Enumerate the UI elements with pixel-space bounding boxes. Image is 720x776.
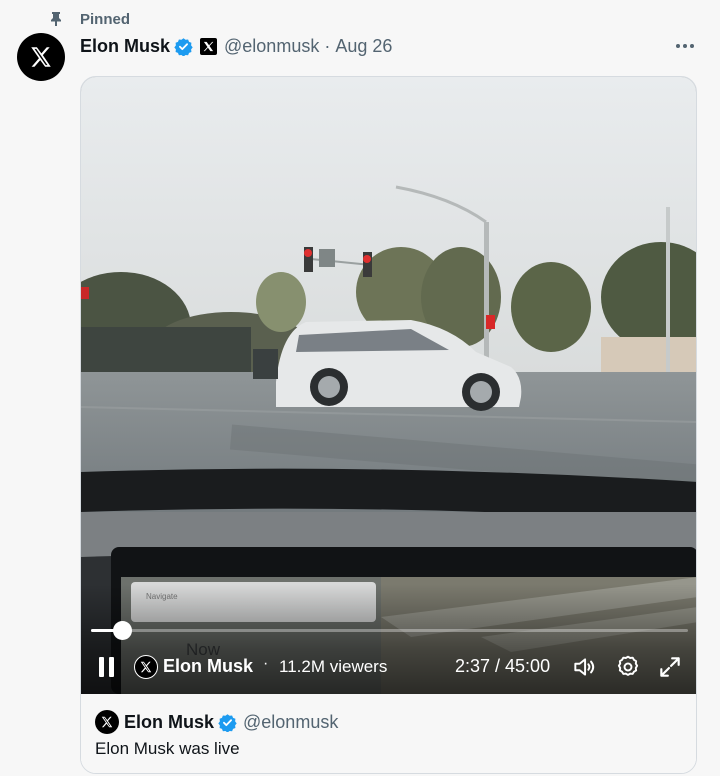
verified-badge-icon xyxy=(218,713,237,732)
separator: · xyxy=(324,35,331,56)
settings-icon[interactable] xyxy=(615,654,641,680)
media-card: Navigate Now Elon Musk · 11.2M viewers 2… xyxy=(80,76,697,774)
viewer-count: 11.2M viewers xyxy=(279,657,388,676)
author-avatar[interactable] xyxy=(17,33,65,81)
x-logo-icon xyxy=(31,47,51,67)
dot xyxy=(690,44,694,48)
pause-icon[interactable] xyxy=(99,657,117,677)
x-logo-icon xyxy=(101,716,113,728)
quote-avatar[interactable] xyxy=(95,710,119,734)
video-controls: Elon Musk · 11.2M viewers 2:37 / 45:00 xyxy=(81,652,696,682)
post-date[interactable]: Aug 26 xyxy=(335,36,392,57)
more-options-icon[interactable] xyxy=(670,36,700,56)
time-display: 2:37 / 45:00 xyxy=(455,656,551,676)
x-affiliation-badge-icon[interactable] xyxy=(200,37,218,55)
verified-badge-icon xyxy=(174,37,193,56)
pause-bar xyxy=(109,657,114,677)
live-host-name[interactable]: Elon Musk xyxy=(163,656,253,677)
dot xyxy=(683,44,687,48)
x-logo-icon xyxy=(140,661,152,673)
quote-header: Elon Musk @elonmusk xyxy=(95,710,338,734)
quote-author-handle[interactable]: @elonmusk xyxy=(243,712,338,733)
quote-text: Elon Musk was live xyxy=(95,739,240,758)
pinned-indicator: Pinned xyxy=(48,9,130,29)
pinned-label: Pinned xyxy=(80,10,131,28)
separator: · xyxy=(263,655,269,672)
quote-author-name[interactable]: Elon Musk xyxy=(124,712,214,733)
author-name[interactable]: Elon Musk xyxy=(80,36,170,57)
pause-bar xyxy=(99,657,104,677)
volume-icon[interactable] xyxy=(571,654,597,680)
progress-bar[interactable] xyxy=(91,621,688,640)
dot xyxy=(676,44,680,48)
live-host-avatar[interactable] xyxy=(134,655,158,679)
author-handle[interactable]: @elonmusk xyxy=(224,36,319,57)
post-header: Elon Musk @elonmusk · Aug 26 xyxy=(80,34,392,58)
video-player[interactable]: Navigate Now Elon Musk · 11.2M viewers 2… xyxy=(81,77,696,694)
pin-icon xyxy=(48,11,64,27)
fullscreen-icon[interactable] xyxy=(657,654,683,680)
quoted-post[interactable]: Elon Musk @elonmusk Elon Musk was live xyxy=(81,694,696,773)
